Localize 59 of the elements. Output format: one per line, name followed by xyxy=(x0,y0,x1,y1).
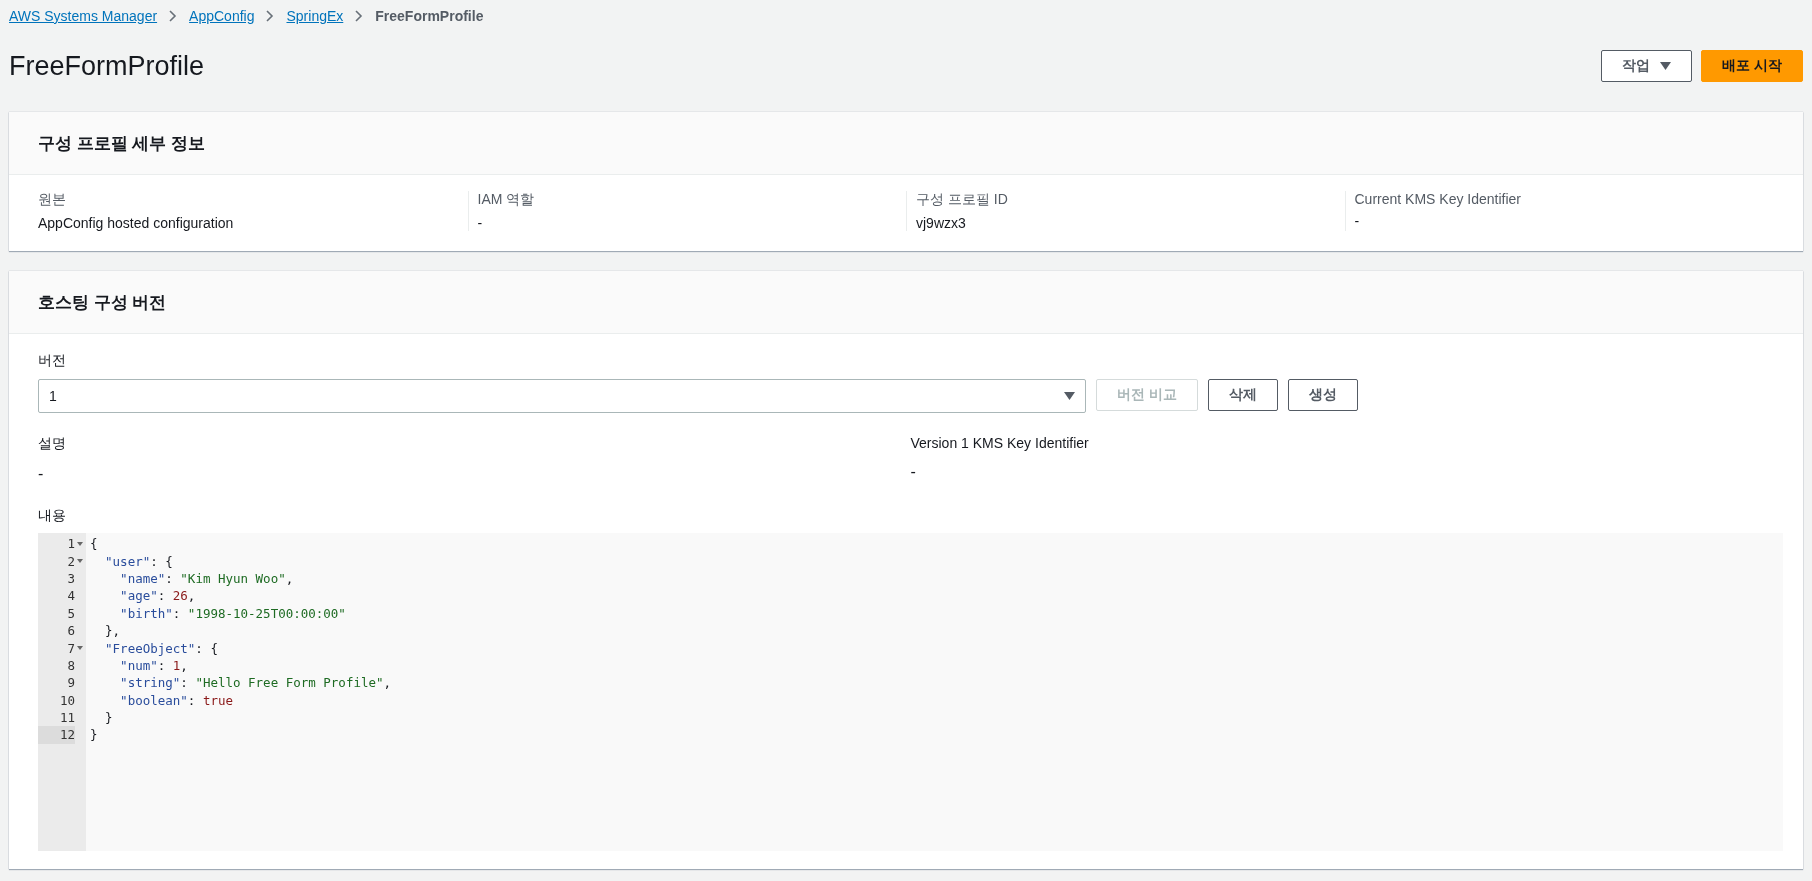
chevron-right-icon xyxy=(355,10,364,22)
line-number: 11 xyxy=(58,709,75,727)
line-number: 3 xyxy=(66,569,75,588)
field-label: IAM 역할 xyxy=(477,191,536,209)
caret-icon xyxy=(1660,62,1672,70)
code-editor[interactable]: 1 2 3 4 5 6 7 8 9 10 11 12 { "user": { "name": "Kim Hyun Woo", "age": 26, "birth": "1998-10-25T00:00:00" }, "FreeObject": { "num": 1, "string": "Hello Free Form Profile", "boolean": true } } xyxy=(38,533,1783,851)
field-value: AppConfig hosted configuration xyxy=(38,215,235,231)
line-number: 2 xyxy=(66,552,75,570)
line-number: 5 xyxy=(66,604,75,622)
actions-dropdown-button[interactable]: 작업 xyxy=(1601,50,1693,82)
fold-caret-icon[interactable] xyxy=(77,559,83,564)
page-title: FreeFormProfile xyxy=(9,50,205,82)
fold-caret-icon[interactable] xyxy=(77,646,83,651)
field-value: - xyxy=(477,215,484,231)
field-value: vj9wzx3 xyxy=(916,215,967,231)
code-line: "string": "Hello Free Form Profile", xyxy=(119,674,393,692)
field-label: 원본 xyxy=(38,191,67,209)
version-action-button[interactable]: 생성 xyxy=(1287,379,1358,411)
card-title: 호스팅 구성 버전 xyxy=(38,291,167,314)
breadcrumb-link[interactable]: AWS Systems Manager xyxy=(9,8,158,24)
caret-icon xyxy=(1064,392,1075,400)
code-line: }, xyxy=(104,622,122,640)
code-line: "boolean": true xyxy=(119,691,234,709)
line-number: 9 xyxy=(66,674,75,692)
field-value: - xyxy=(38,465,45,483)
code-line: "FreeObject": { xyxy=(104,639,219,657)
line-number: 12 xyxy=(38,726,75,744)
line-number: 4 xyxy=(66,587,75,605)
code-line: "num": 1, xyxy=(119,656,189,675)
code-line: "name": "Kim Hyun Woo", xyxy=(119,569,295,588)
field-label: Current KMS Key Identifier xyxy=(1354,191,1522,207)
version-select[interactable]: 1 xyxy=(38,379,1086,413)
card-title: 구성 프로필 세부 정보 xyxy=(38,132,206,155)
breadcrumb-link[interactable]: AppConfig xyxy=(189,8,255,24)
chevron-right-icon xyxy=(266,10,275,22)
chevron-right-icon xyxy=(169,10,178,22)
line-number: 6 xyxy=(66,622,75,640)
line-number: 10 xyxy=(58,691,75,709)
start-deployment-button[interactable]: 배포 시작 xyxy=(1701,50,1803,82)
field-value: - xyxy=(910,463,917,481)
line-number: 8 xyxy=(66,656,75,675)
code-line: } xyxy=(104,709,114,727)
code-line: "birth": "1998-10-25T00:00:00" xyxy=(119,604,347,622)
field-label: 버전 xyxy=(38,352,67,370)
breadcrumb-current: FreeFormProfile xyxy=(375,8,484,24)
code-line: } xyxy=(90,726,99,744)
field-value: - xyxy=(1354,213,1361,229)
fold-caret-icon[interactable] xyxy=(77,541,83,546)
breadcrumb-link[interactable]: SpringEx xyxy=(286,8,344,24)
field-label: 설명 xyxy=(38,435,67,453)
field-label: 구성 프로필 ID xyxy=(916,191,1009,209)
field-label: 내용 xyxy=(38,507,67,525)
code-line: "age": 26, xyxy=(119,587,197,605)
field-label: Version 1 KMS Key Identifier xyxy=(910,435,1090,451)
version-action-button[interactable]: 삭제 xyxy=(1207,379,1278,411)
line-number: 1 xyxy=(66,535,75,553)
code-line: { xyxy=(90,535,99,553)
line-number: 7 xyxy=(66,639,75,657)
code-line: "user": { xyxy=(104,552,174,570)
